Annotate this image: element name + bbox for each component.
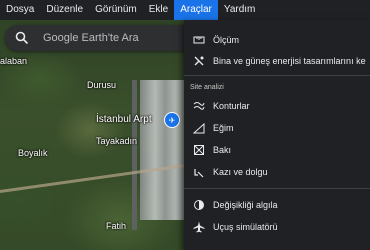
map-label-tayakadin: Tayakadın [96,136,138,146]
menu-gorunum[interactable]: Görünüm [89,0,143,20]
slope-icon [193,122,205,134]
menu-item-slope[interactable]: Eğim [184,117,370,139]
menu-item-label: Değişikliği algıla [213,200,278,210]
change-detection-icon [193,199,205,211]
aspect-icon [193,144,205,156]
menu-divider [184,188,370,189]
contours-icon [193,100,205,112]
menu-item-solar-design[interactable]: Bina ve güneş enerjisi tasarımlarını ke [184,50,370,72]
menu-item-cut-fill[interactable]: Kazı ve dolgu [184,161,370,183]
airport-terminal-area [140,80,190,220]
airport-pin-icon[interactable]: ✈ [164,112,180,128]
menu-item-label: Bina ve güneş enerjisi tasarımlarını ke [213,56,366,66]
section-title-site-analysis: Site analizi [190,84,224,91]
map-label-durusu: Durusu [87,80,117,90]
menu-yardim[interactable]: Yardım [218,0,262,20]
map-label-boyalik: Boyalık [18,148,48,158]
cut-fill-icon [193,166,205,178]
menu-bar: Dosya Düzenle Görünüm Ekle Araçlar Yardı… [0,0,370,20]
menu-item-label: Ölçüm [213,35,240,45]
menu-item-aspect[interactable]: Bakı [184,139,370,161]
map-label-fatih: Fatih [106,221,127,231]
menu-duzenle[interactable]: Düzenle [40,0,89,20]
menu-item-label: Eğim [213,123,234,133]
menu-item-label: Kazı ve dolgu [213,167,268,177]
search-box[interactable]: Google Earth'te Ara [5,25,195,51]
menu-item-contours[interactable]: Konturlar [184,95,370,117]
flight-simulator-icon [193,221,205,233]
map-label-alaban: alaban [0,56,28,66]
menu-divider [184,75,370,76]
menu-item-measure[interactable]: Ölçüm [184,29,370,51]
menu-item-label: Konturlar [213,101,250,111]
menu-item-label: Uçuş simülatörü [213,222,278,232]
solar-design-icon [193,55,205,67]
search-placeholder[interactable]: Google Earth'te Ara [43,32,139,44]
tools-dropdown-menu: Ölçüm Bina ve güneş enerjisi tasarımları… [184,20,370,250]
menu-araclar[interactable]: Araçlar [174,0,218,20]
ruler-icon [193,34,205,46]
menu-item-flight-simulator[interactable]: Uçuş simülatörü [184,216,370,238]
map-label-istanbul-airport: İstanbul Arpt [96,114,152,125]
search-icon [15,31,29,45]
menu-item-label: Bakı [213,145,232,155]
menu-item-change-detection[interactable]: Değişikliği algıla [184,194,370,216]
menu-dosya[interactable]: Dosya [0,0,40,20]
runway [132,80,137,230]
menu-ekle[interactable]: Ekle [143,0,174,20]
